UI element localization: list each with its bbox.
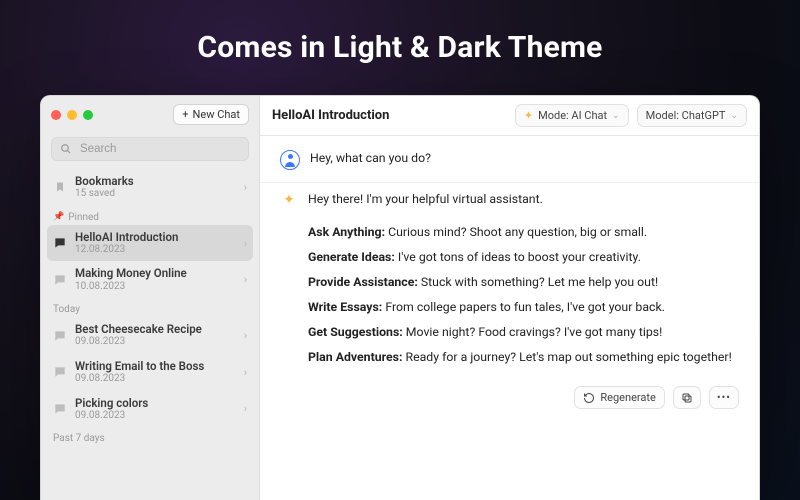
refresh-icon — [583, 392, 595, 404]
close-window-button[interactable] — [51, 110, 61, 120]
mode-selector[interactable]: ✦ Mode: AI Chat ⌄ — [515, 104, 629, 127]
chat-toolbar: HelloAI Introduction ✦ Mode: AI Chat ⌄ M… — [260, 96, 759, 136]
chat-bubble-icon — [53, 273, 67, 287]
window-controls — [51, 110, 93, 120]
sparkle-icon: ✦ — [524, 109, 533, 122]
message-actions: Regenerate ••• — [260, 382, 759, 409]
user-avatar-icon — [280, 150, 300, 170]
minimize-window-button[interactable] — [67, 110, 77, 120]
feature-row: Write Essays: From college papers to fun… — [308, 299, 739, 318]
zoom-window-button[interactable] — [83, 110, 93, 120]
assistant-intro-text: Hey there! I'm your helpful virtual assi… — [308, 191, 739, 210]
chat-item-writing-email-to-the-boss[interactable]: Writing Email to the Boss 09.08.2023 › — [41, 354, 259, 391]
feature-row: Ask Anything: Curious mind? Shoot any qu… — [308, 224, 739, 243]
feature-row: Provide Assistance: Stuck with something… — [308, 274, 739, 293]
assistant-feature-list: Ask Anything: Curious mind? Shoot any qu… — [308, 224, 739, 368]
search-icon — [60, 143, 72, 155]
chevron-right-icon: › — [244, 402, 247, 415]
more-actions-button[interactable]: ••• — [709, 386, 739, 409]
pin-icon: 📌 — [53, 212, 64, 222]
chat-title: HelloAI Introduction — [272, 108, 389, 123]
bookmarks-item[interactable]: Bookmarks 15 saved › — [41, 169, 259, 206]
today-section-label: Today — [41, 298, 259, 317]
feature-row: Plan Adventures: Ready for a journey? Le… — [308, 349, 739, 368]
chat-item-picking-colors[interactable]: Picking colors 09.08.2023 › — [41, 391, 259, 428]
chevron-right-icon: › — [244, 366, 247, 379]
model-label: Model: ChatGPT — [646, 109, 726, 122]
search-input[interactable] — [78, 142, 240, 156]
assistant-message-body: Hey there! I'm your helpful virtual assi… — [308, 191, 739, 374]
sidebar: + New Chat Bookmarks 15 saved › — [41, 96, 260, 500]
chat-bubble-icon — [53, 329, 67, 343]
hero-headline: Comes in Light & Dark Theme — [0, 0, 800, 65]
copy-button[interactable] — [673, 386, 701, 409]
chat-bubble-icon — [53, 365, 67, 379]
user-message-text: Hey, what can you do? — [310, 150, 739, 170]
main-panel: HelloAI Introduction ✦ Mode: AI Chat ⌄ M… — [260, 96, 759, 500]
feature-row: Generate Ideas: I've got tons of ideas t… — [308, 249, 739, 268]
new-chat-label: New Chat — [193, 108, 240, 121]
model-selector[interactable]: Model: ChatGPT ⌄ — [637, 104, 747, 127]
chevron-right-icon: › — [244, 237, 247, 250]
chevron-down-icon: ⌄ — [730, 111, 738, 121]
search-field[interactable] — [51, 137, 249, 161]
chevron-right-icon: › — [244, 181, 247, 194]
chat-bubble-icon — [53, 402, 67, 416]
chevron-down-icon: ⌄ — [612, 111, 620, 121]
chat-item-best-cheesecake-recipe[interactable]: Best Cheesecake Recipe 09.08.2023 › — [41, 317, 259, 354]
past-7-days-section-label: Past 7 days — [41, 427, 259, 446]
titlebar: + New Chat — [41, 96, 259, 133]
user-message-row: Hey, what can you do? — [260, 142, 759, 183]
chevron-right-icon: › — [244, 329, 247, 342]
chat-thread: Hey, what can you do? ✦ Hey there! I'm y… — [260, 136, 759, 500]
mode-label: Mode: AI Chat — [538, 109, 607, 122]
copy-icon — [681, 392, 693, 404]
bookmark-icon — [53, 180, 67, 194]
bookmarks-title: Bookmarks — [75, 175, 236, 188]
chat-item-helloai-introduction[interactable]: HelloAI Introduction 12.08.2023 › — [47, 225, 253, 262]
feature-row: Get Suggestions: Movie night? Food cravi… — [308, 324, 739, 343]
bookmarks-subtitle: 15 saved — [75, 188, 236, 200]
chevron-right-icon: › — [244, 273, 247, 286]
regenerate-button[interactable]: Regenerate — [574, 386, 664, 409]
assistant-message-row: ✦ Hey there! I'm your helpful virtual as… — [260, 183, 759, 382]
assistant-sparkle-icon: ✦ — [280, 191, 298, 209]
new-chat-button[interactable]: + New Chat — [173, 104, 249, 125]
ellipsis-icon: ••• — [717, 391, 731, 404]
chat-bubble-icon — [53, 236, 67, 250]
plus-icon: + — [182, 108, 188, 121]
chat-item-making-money-online[interactable]: Making Money Online 10.08.2023 › — [41, 261, 259, 298]
regenerate-label: Regenerate — [600, 391, 655, 404]
pinned-section-label: 📌 Pinned — [41, 206, 259, 225]
app-window: + New Chat Bookmarks 15 saved › — [40, 95, 760, 500]
